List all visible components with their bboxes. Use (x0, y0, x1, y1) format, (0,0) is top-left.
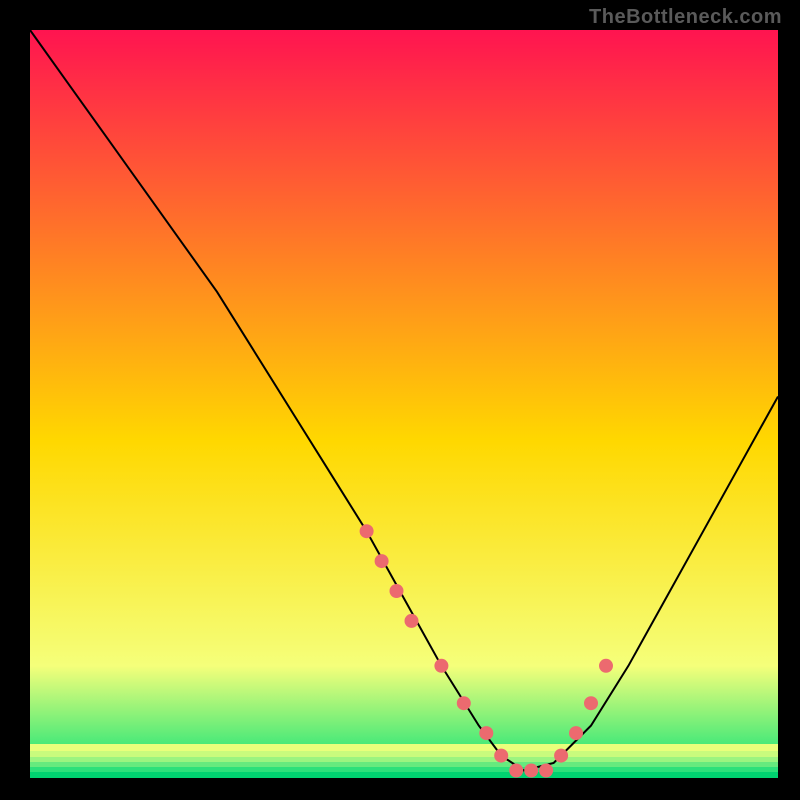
plot-background (30, 30, 778, 778)
highlight-dot (494, 749, 508, 763)
highlight-dot (554, 749, 568, 763)
highlight-dot (405, 614, 419, 628)
bottleneck-chart (0, 0, 800, 800)
highlight-dot (375, 554, 389, 568)
highlight-dot (360, 524, 374, 538)
highlight-dot (584, 696, 598, 710)
highlight-dot (509, 764, 523, 778)
highlight-dot (434, 659, 448, 673)
highlight-dot (524, 764, 538, 778)
bottom-color-bands (30, 744, 778, 778)
highlight-dot (569, 726, 583, 740)
highlight-dot (479, 726, 493, 740)
highlight-dot (457, 696, 471, 710)
chart-frame: { "watermark": "TheBottleneck.com", "cha… (0, 0, 800, 800)
highlight-dot (599, 659, 613, 673)
highlight-dot (390, 584, 404, 598)
highlight-dot (539, 764, 553, 778)
watermark-text: TheBottleneck.com (589, 6, 782, 29)
